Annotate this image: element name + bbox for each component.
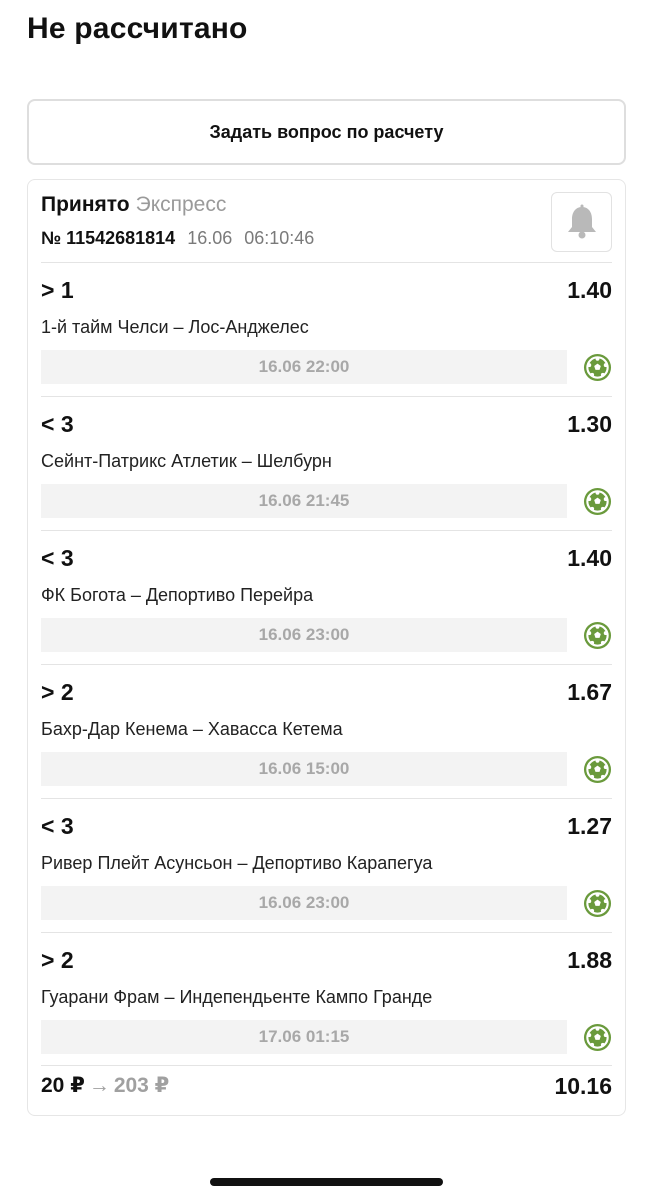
soccer-ball-icon <box>583 1023 612 1052</box>
page-title: Не рассчитано <box>27 12 248 45</box>
soccer-ball-icon <box>583 621 612 650</box>
soccer-ball-icon <box>583 889 612 918</box>
arrow-right-icon: → <box>88 1074 110 1097</box>
bet-odds: 1.40 <box>567 277 612 303</box>
bet-type: Экспресс <box>135 193 227 216</box>
bet-status-line: Принято Экспресс <box>41 192 612 218</box>
bet-outcome: > 1 <box>41 277 74 303</box>
match-start-time: 17.06 01:15 <box>41 1020 567 1054</box>
potential-payout: 203 ₽ <box>113 1074 170 1097</box>
bet-outcome: > 2 <box>41 679 74 705</box>
stake-amount: 20 ₽ <box>41 1074 85 1097</box>
bet-odds: 1.88 <box>567 947 612 973</box>
bet-outcome: < 3 <box>41 545 74 571</box>
bet-card: Принято Экспресс № 11542681814 16.06 06:10:… <box>27 179 626 1116</box>
bet-status: Принято <box>41 193 130 216</box>
match-start-time: 16.06 23:00 <box>41 886 567 920</box>
total-odds: 10.16 <box>554 1073 612 1099</box>
bet-match-name: Сейнт-Патрикс Атлетик – Шелбурн <box>41 451 332 471</box>
bet-header: Принято Экспресс № 11542681814 16.06 06:10:… <box>41 192 612 262</box>
bet-number: № 11542681814 <box>41 228 176 248</box>
bet-item[interactable]: < 3 1.40 ФК Богота – Депортиво Перейра 16.0… <box>41 531 612 665</box>
bet-match-name: ФК Богота – Депортиво Перейра <box>41 585 314 605</box>
divider <box>41 1065 612 1066</box>
soccer-ball-icon <box>583 353 612 382</box>
bet-odds: 1.40 <box>567 545 612 571</box>
match-start-time: 16.06 22:00 <box>41 350 567 384</box>
bet-footer: 20 ₽ → 203 ₽ 10.16 <box>41 1073 612 1103</box>
bet-item[interactable]: > 2 1.88 Гуарани Фрам – Индепендьенте Камп… <box>41 933 612 1067</box>
bet-date: 16.06 <box>187 228 233 248</box>
bet-outcome: < 3 <box>41 813 74 839</box>
soccer-ball-icon <box>583 487 612 516</box>
bet-odds: 1.27 <box>567 813 612 839</box>
bet-match-name: Гуарани Фрам – Индепендьенте Кампо Гранд… <box>41 987 433 1007</box>
bet-outcome: < 3 <box>41 411 74 437</box>
home-indicator[interactable] <box>210 1178 443 1186</box>
bell-icon <box>567 204 596 239</box>
bet-meta: № 11542681814 16.06 06:10:46 <box>41 228 314 249</box>
bet-time: 06:10:46 <box>244 228 315 248</box>
bet-item[interactable]: > 1 1.40 1-й тайм Челси – Лос-Анджелес 16.0… <box>41 263 612 397</box>
notification-bell-button[interactable] <box>551 192 612 252</box>
match-start-time: 16.06 23:00 <box>41 618 567 652</box>
match-start-time: 16.06 21:45 <box>41 484 567 518</box>
bet-outcome: > 2 <box>41 947 74 973</box>
bet-match-name: 1-й тайм Челси – Лос-Анджелес <box>41 317 309 337</box>
ask-settlement-question-button[interactable]: Задать вопрос по расчету <box>27 99 626 165</box>
soccer-ball-icon <box>583 755 612 784</box>
bet-item[interactable]: < 3 1.30 Сейнт-Патрикс Атлетик – Шелбурн 16… <box>41 397 612 531</box>
match-start-time: 16.06 15:00 <box>41 752 567 786</box>
bet-match-name: Ривер Плейт Асунсьон – Депортиво Карапег… <box>41 853 433 873</box>
bet-odds: 1.67 <box>567 679 612 705</box>
bet-item[interactable]: < 3 1.27 Ривер Плейт Асунсьон – Депортиво … <box>41 799 612 933</box>
stake-summary: 20 ₽ → 203 ₽ <box>41 1073 169 1098</box>
bet-odds: 1.30 <box>567 411 612 437</box>
bet-item[interactable]: > 2 1.67 Бахр-Дар Кенема – Хавасса Кетема 1… <box>41 665 612 799</box>
bet-match-name: Бахр-Дар Кенема – Хавасса Кетема <box>41 719 343 739</box>
